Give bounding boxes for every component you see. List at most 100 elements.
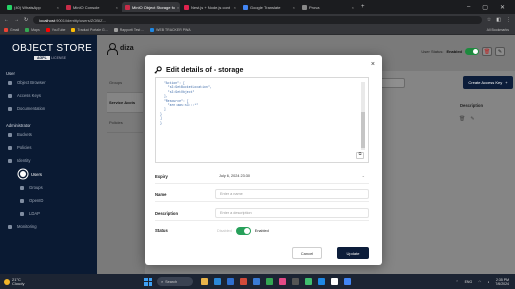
- browser-tab[interactable]: (40) WhatsApp ×: [4, 2, 62, 12]
- status-disabled-label: Disabled: [217, 228, 232, 233]
- tab-label: Prova: [309, 4, 320, 10]
- tab-label: MinIO Object Storage fo: [132, 4, 175, 10]
- weather-widget[interactable]: 21°C Cloudy: [0, 277, 120, 286]
- close-icon[interactable]: ×: [371, 61, 375, 68]
- cancel-button[interactable]: Cancel: [292, 247, 322, 259]
- bookmark-item[interactable]: Rapporti Test ...: [113, 28, 144, 32]
- taskbar-search[interactable]: ⌕ Search: [157, 277, 193, 286]
- forward-icon[interactable]: →: [14, 17, 19, 23]
- clock[interactable]: 2:35 PM 7/6/2024: [495, 278, 509, 286]
- tab-groups[interactable]: Groups: [107, 73, 143, 93]
- browser-tab[interactable]: Nest.js + Node.js cont ×: [181, 2, 239, 12]
- minimize-icon[interactable]: –: [467, 4, 470, 11]
- sidebar-item-object-browser[interactable]: Object Browser: [0, 76, 97, 89]
- close-window-icon[interactable]: ✕: [500, 4, 505, 11]
- trash-icon[interactable]: 🗑: [459, 116, 465, 122]
- name-input[interactable]: Enter a name: [215, 189, 369, 199]
- update-button[interactable]: Update: [337, 247, 369, 259]
- copy-icon[interactable]: ⧉: [356, 152, 364, 159]
- browser-tab[interactable]: MinIO Console ×: [63, 2, 121, 12]
- maximize-icon[interactable]: ▢: [482, 4, 488, 11]
- star-icon[interactable]: ☆: [487, 17, 491, 23]
- bookmark-item[interactable]: YouTube: [45, 28, 66, 32]
- status-enabled-label: Enabled: [254, 228, 269, 233]
- clock-date: 7/6/2024: [495, 281, 509, 286]
- sidebar-item-users[interactable]: Users: [0, 167, 97, 181]
- tab-policies[interactable]: Policies: [107, 113, 143, 133]
- url-field[interactable]: localhost :9001/identity/users/ZOBIZ...: [33, 16, 482, 24]
- sidebar-item-openid[interactable]: OpenID: [0, 194, 97, 207]
- windows-start-icon[interactable]: [144, 277, 152, 286]
- taskbar-app-icon[interactable]: [266, 278, 273, 285]
- bookmark-item[interactable]: Traduci Portale G...: [71, 28, 108, 32]
- bookmark-item[interactable]: Maps: [25, 28, 40, 32]
- status-toggle[interactable]: [235, 226, 251, 235]
- ldap-icon: [20, 211, 24, 216]
- sidebar: OBJECT STORE AGPL LICENSE User Object Br…: [0, 35, 97, 274]
- tab-close-icon[interactable]: ×: [57, 5, 59, 10]
- edit-user-button[interactable]: ✎: [495, 47, 505, 56]
- tab-close-icon[interactable]: ×: [116, 5, 118, 10]
- tab-close-icon[interactable]: ×: [293, 5, 295, 10]
- browser-tab[interactable]: Google Translate ×: [240, 2, 298, 12]
- taskbar-app-icon[interactable]: [201, 278, 208, 285]
- tab-favicon-icon: [7, 4, 12, 10]
- new-tab-icon[interactable]: +: [361, 4, 365, 10]
- policy-editor[interactable]: "Action": [ "s3:GetBucketLocation", "s3:…: [155, 77, 369, 163]
- reload-icon[interactable]: ↻: [24, 17, 28, 23]
- expiry-row: Expiry July 6, 2024 23:30 ⌄: [155, 169, 369, 184]
- taskbar-app-icon[interactable]: [240, 278, 247, 285]
- pencil-icon[interactable]: ✎: [470, 116, 474, 122]
- tab-label: Google Translate: [250, 4, 281, 10]
- delete-user-button[interactable]: 🗑: [482, 47, 492, 56]
- sidebar-item-groups[interactable]: Groups: [0, 181, 97, 194]
- bookmark-label: Traduci Portale G...: [77, 28, 108, 32]
- expiry-picker[interactable]: July 6, 2024 23:30 ⌄: [215, 171, 369, 181]
- chevron-up-icon[interactable]: ⌃: [456, 280, 459, 284]
- sidebar-item-identity[interactable]: Identity: [0, 154, 97, 167]
- sidebar-item-monitoring[interactable]: Monitoring: [0, 220, 97, 233]
- language-indicator[interactable]: ENG: [465, 280, 473, 284]
- taskbar-app-icon[interactable]: [253, 278, 260, 285]
- taskbar-app-icon[interactable]: [227, 278, 234, 285]
- tab-service-accounts[interactable]: Service Accts: [107, 93, 143, 113]
- plus-icon: +: [505, 80, 508, 85]
- create-access-key-button[interactable]: Create Access Key +: [463, 76, 513, 89]
- bookmark-label: YouTube: [51, 28, 66, 32]
- volume-icon[interactable]: ◖: [487, 280, 489, 284]
- taskbar-app-icon[interactable]: [305, 278, 312, 285]
- sidebar-item-label: Groups: [29, 185, 43, 190]
- sidebar-item-access-keys[interactable]: Access Keys: [0, 89, 97, 102]
- access-keys-icon: [8, 93, 12, 98]
- back-icon[interactable]: ←: [4, 17, 9, 23]
- tab-close-icon[interactable]: ×: [352, 5, 354, 10]
- tab-label: MinIO Console: [73, 4, 100, 10]
- sidebar-item-policies[interactable]: Policies: [0, 141, 97, 154]
- scrollbar-thumb[interactable]: [361, 112, 365, 148]
- cloud-icon: [4, 278, 10, 285]
- editor-scrollbar[interactable]: [361, 82, 365, 150]
- bookmark-item[interactable]: Gmail: [4, 28, 19, 32]
- wifi-icon[interactable]: ◠: [478, 280, 481, 284]
- search-icon: ⌕: [161, 279, 164, 284]
- taskbar-app-icon[interactable]: [214, 278, 221, 285]
- taskbar-app-icon[interactable]: [344, 278, 351, 285]
- sidebar-item-ldap[interactable]: LDAP: [0, 207, 97, 220]
- browser-tab[interactable]: Prova ×: [299, 2, 357, 12]
- description-input[interactable]: Enter a description: [215, 208, 369, 218]
- tab-close-icon[interactable]: ×: [234, 5, 236, 10]
- all-bookmarks-link[interactable]: All Bookmarks: [487, 28, 515, 32]
- taskbar-app-icon[interactable]: [331, 278, 338, 285]
- taskbar-app-icon[interactable]: [279, 278, 286, 285]
- bookmark-item[interactable]: WEB TRACKER PWA: [150, 28, 191, 32]
- sidebar-item-buckets[interactable]: Buckets: [0, 128, 97, 141]
- user-status-toggle[interactable]: [465, 48, 479, 55]
- sidebar-item-documentation[interactable]: Documentation: [0, 102, 97, 115]
- taskbar-app-icon[interactable]: [292, 278, 299, 285]
- browser-tab[interactable]: MinIO Object Storage fo ×: [122, 2, 180, 12]
- menu-icon[interactable]: ⋮: [506, 17, 511, 23]
- taskbar-app-icon[interactable]: [318, 278, 325, 285]
- tab-close-icon[interactable]: ×: [177, 5, 179, 10]
- extensions-icon[interactable]: ◧: [496, 17, 501, 23]
- logo: OBJECT STORE AGPL LICENSE: [0, 35, 97, 61]
